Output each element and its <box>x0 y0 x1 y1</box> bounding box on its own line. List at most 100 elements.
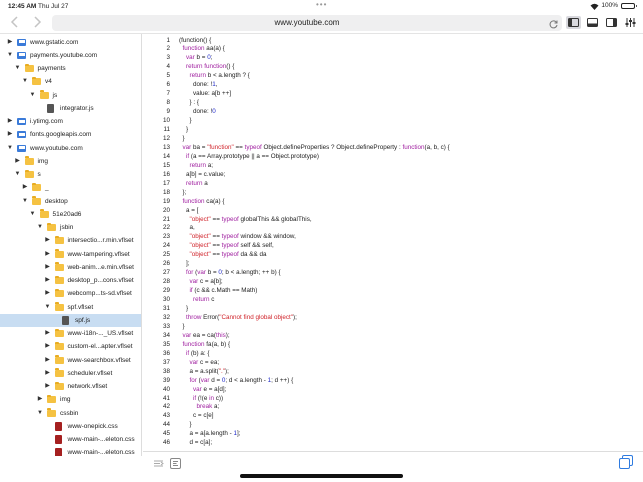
pretty-print-icon[interactable] <box>153 456 164 467</box>
tree-item[interactable]: ▼ payments.youtube.com <box>0 49 141 62</box>
sidebar-right-icon[interactable] <box>604 16 619 29</box>
chevron-left-icon[interactable] <box>8 15 22 29</box>
disclosure-open-icon[interactable]: ▼ <box>21 195 29 208</box>
disclosure-open-icon[interactable]: ▼ <box>44 301 52 314</box>
tree-item[interactable]: ▼ desktop <box>0 195 141 208</box>
code-line: } <box>179 420 191 429</box>
tree-item[interactable]: ▶ web-anim...e.min.vflset <box>0 261 141 274</box>
disclosure-closed-icon[interactable]: ▶ <box>44 248 52 261</box>
disclosure-open-icon[interactable]: ▼ <box>21 75 29 88</box>
code-token: a = [ <box>179 206 199 214</box>
code-token: var <box>193 385 202 393</box>
tree-item[interactable]: ▼ s <box>0 168 141 181</box>
bottom-panel-icon[interactable] <box>585 16 600 29</box>
disclosure-closed-icon[interactable]: ▶ <box>6 128 14 141</box>
sliders-icon[interactable] <box>623 16 638 29</box>
folder-icon <box>39 90 49 99</box>
code-token: done: ! <box>179 108 213 116</box>
tree-item[interactable]: integrator.js <box>0 102 141 115</box>
disclosure-closed-icon[interactable]: ▶ <box>44 274 52 287</box>
tree-item[interactable]: ▶ i.ytimg.com <box>0 115 141 128</box>
disclosure-open-icon[interactable]: ▼ <box>36 407 44 420</box>
address-bar[interactable]: www.youtube.com <box>52 15 562 31</box>
source-editor[interactable]: 1 2 3 4 5 6 7 8 9 10 11 12 13 14 15 16 17 18 19 20 21 22 23 24 2… <box>143 34 643 451</box>
css-file-icon <box>54 448 62 456</box>
code-token: == <box>210 215 222 223</box>
disclosure-open-icon[interactable]: ▼ <box>29 89 37 102</box>
tree-item[interactable]: ▶ img <box>0 155 141 168</box>
tree-item[interactable]: ▶ www-searchbox.vflset <box>0 354 141 367</box>
tree-item[interactable]: ▼ cssbin <box>0 407 141 420</box>
tree-item[interactable]: ▶ fonts.googleapis.com <box>0 128 141 141</box>
tree-item[interactable]: www-main-...eleton.css <box>0 433 141 446</box>
tree-item[interactable]: ▼ www.youtube.com <box>0 142 141 155</box>
code-line: } : { <box>179 98 198 107</box>
tree-item[interactable]: ▶ www-i18n-..._US.vflset <box>0 327 141 340</box>
home-indicator[interactable] <box>240 474 403 478</box>
code-line: return a; <box>179 161 213 170</box>
copy-window-icon[interactable] <box>619 455 633 469</box>
code-token: b = <box>205 269 219 277</box>
tree-item[interactable]: ▶ img <box>0 393 141 406</box>
code-token: (function() { <box>179 36 212 44</box>
code-line: } <box>179 134 184 143</box>
tree-item[interactable]: ▶ intersectio...r.min.vflset <box>0 234 141 247</box>
code-token: d = c[a]; <box>179 439 213 447</box>
tree-item[interactable]: ▼ 51e20ad6 <box>0 208 141 221</box>
disclosure-closed-icon[interactable]: ▶ <box>36 393 44 406</box>
tree-item[interactable]: ▼ v4 <box>0 75 141 88</box>
tree-item[interactable]: ▼ js <box>0 89 141 102</box>
tree-item-label: spf.vflset <box>67 303 94 311</box>
tree-item[interactable]: ▶ desktop_p...cons.vflset <box>0 274 141 287</box>
disclosure-closed-icon[interactable]: ▶ <box>44 367 52 380</box>
tree-item[interactable]: www-onepick.css <box>0 420 141 433</box>
tree-item[interactable]: ▶ www-tampering.vflset <box>0 248 141 261</box>
disclosure-open-icon[interactable]: ▼ <box>14 62 22 75</box>
disclosure-closed-icon[interactable]: ▶ <box>44 354 52 367</box>
tree-item[interactable]: ▶ network.vflset <box>0 380 141 393</box>
disclosure-closed-icon[interactable]: ▶ <box>6 36 14 49</box>
disclosure-closed-icon[interactable]: ▶ <box>44 380 52 393</box>
line-number: 32 <box>162 313 170 321</box>
disclosure-open-icon[interactable]: ▼ <box>36 221 44 234</box>
disclosure-open-icon[interactable]: ▼ <box>29 208 37 221</box>
tree-item[interactable]: ▶ custom-el...apter.vflset <box>0 340 141 353</box>
tree-item[interactable]: ▼ jsbin <box>0 221 141 234</box>
disclosure-closed-icon[interactable]: ▶ <box>44 340 52 353</box>
line-number: 39 <box>162 376 170 384</box>
disclosure-open-icon[interactable]: ▼ <box>6 49 14 62</box>
disclosure-closed-icon[interactable]: ▶ <box>6 115 14 128</box>
tree-item-selected[interactable]: spf.js <box>0 313 141 327</box>
disclosure-open-icon[interactable]: ▼ <box>14 168 22 181</box>
disclosure-closed-icon[interactable]: ▶ <box>44 261 52 274</box>
code-line: "object" == typeof window && window, <box>179 232 296 241</box>
tree-item[interactable]: www-main-...eleton.css <box>0 446 141 456</box>
code-token: , <box>215 81 218 89</box>
tree-item[interactable]: ▼ spf.vflset <box>0 301 141 314</box>
disclosure-closed-icon[interactable]: ▶ <box>44 287 52 300</box>
chevron-right-icon[interactable] <box>30 15 44 29</box>
tree-item[interactable]: ▶ webcomp...ts-sd.vflset <box>0 287 141 300</box>
disclosure-closed-icon[interactable]: ▶ <box>14 155 22 168</box>
sidebar-left-icon[interactable] <box>566 16 581 29</box>
reload-icon[interactable] <box>548 17 559 29</box>
code-line: "object" == typeof globalThis && globalT… <box>179 215 312 224</box>
disclosure-closed-icon[interactable]: ▶ <box>44 234 52 247</box>
code-token: var <box>189 358 199 366</box>
tree-item-label: fonts.googleapis.com <box>30 131 92 139</box>
multitasking-dots[interactable]: ••• <box>316 0 327 9</box>
tree-item[interactable]: ▶ scheduler.vflset <box>0 367 141 380</box>
tree-item[interactable]: ▼ payments <box>0 62 141 75</box>
tree-item[interactable]: ▶ www.gstatic.com <box>0 36 141 49</box>
disclosure-open-icon[interactable]: ▼ <box>6 142 14 155</box>
disclosure-closed-icon[interactable]: ▶ <box>44 327 52 340</box>
tree-item-label: custom-el...apter.vflset <box>67 343 133 351</box>
disclosure-closed-icon[interactable]: ▶ <box>21 181 29 194</box>
tree-item[interactable]: ▶ _ <box>0 181 141 194</box>
code-token: == <box>233 143 245 151</box>
tree-item-label: scheduler.vflset <box>67 369 113 377</box>
format-icon[interactable] <box>170 456 181 469</box>
code-token: Error( <box>201 313 220 321</box>
